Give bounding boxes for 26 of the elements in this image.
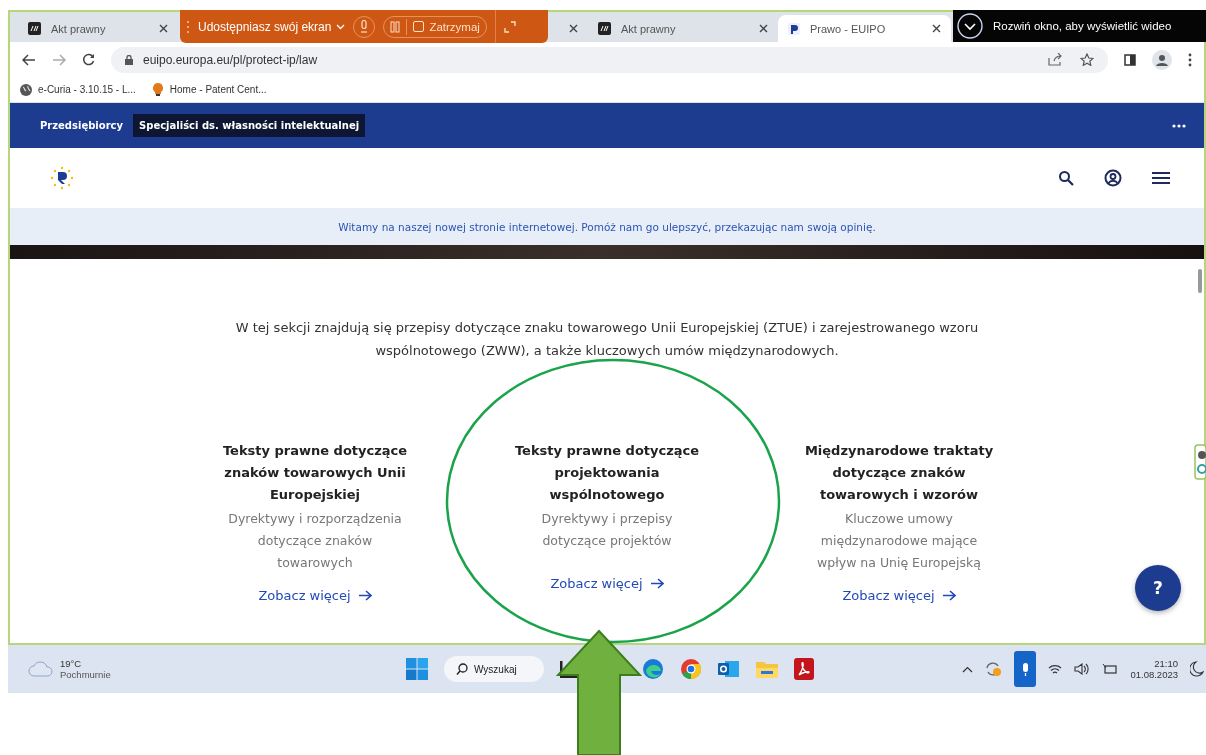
see-more-link[interactable]: Zobacz więcej <box>842 574 956 603</box>
browser-tab[interactable]: Akt prawny <box>18 15 178 42</box>
help-button[interactable]: ? <box>1135 565 1181 611</box>
temperature-text[interactable]: 19°C <box>60 658 111 669</box>
card-title: Międzynarodowe traktaty dotyczące znaków towarowych i wzorów <box>803 442 995 504</box>
share-menu-button[interactable]: Udostępniasz swój ekran <box>198 19 346 34</box>
bookmark[interactable]: Home - Patent Cent... <box>151 83 267 96</box>
nav-link[interactable]: Specjaliści ds. własności intelektualnej <box>133 114 366 137</box>
see-more-link[interactable]: Zobacz więcej <box>550 562 664 591</box>
bookmark[interactable]: e-Curia - 3.10.15 - L... <box>20 83 136 96</box>
weather-text[interactable]: Pochmurnie <box>60 669 111 680</box>
browser-tab[interactable]: Prawo - EUIPO <box>778 15 951 42</box>
see-more-link[interactable]: Zobacz więcej <box>258 574 372 603</box>
clock[interactable]: 21:10 01.08.2023 <box>1130 658 1178 680</box>
intro-text: W tej sekcji znajdują się przepisy dotyczące znaku towarowego Unii Europejskiej (ZTUE) i zarejestrowanego wzoru wspólnotowego (ZWW), a także kluczowych umów międzynarodowych. <box>234 319 980 360</box>
banner-text: Witamy na naszej nowej stronie internetowej. Pomóż nam go ulepszyć, przekazując nam swoją opinię. <box>338 220 876 233</box>
address-bar[interactable]: euipo.europa.eu/pl/protect-ip/law <box>111 46 1108 73</box>
card-title: Teksty prawne dotyczące projektowania wspólnotowego <box>513 442 701 504</box>
nav-link[interactable]: Przedsiębiorcy <box>34 114 130 137</box>
card-description: Dyrektywy i rozporządzenia dotyczące znaków towarowych <box>227 510 403 572</box>
card-description: Dyrektywy i przepisy dotyczące projektów <box>540 510 674 550</box>
card-title: Teksty prawne dotyczące znaków towarowych Unii Europejskiej <box>221 442 409 504</box>
card-description: Kluczowe umowy międzynarodowe mające wpływ na Unię Europejską <box>816 510 982 572</box>
browser-tab[interactable]: Akt prawny <box>588 15 778 42</box>
taskbar-search-field[interactable]: Wyszukaj <box>444 656 544 682</box>
video-notice-bar: Rozwiń okno, aby wyświetlić wideo <box>953 10 1206 42</box>
